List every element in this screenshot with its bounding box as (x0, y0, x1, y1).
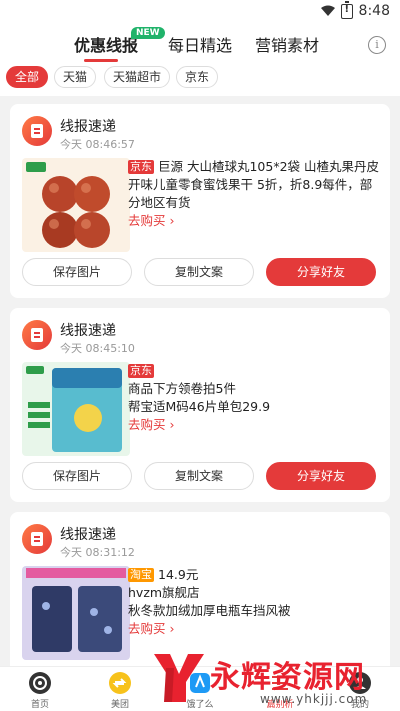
buy-link[interactable]: 去购买 › (128, 621, 175, 636)
header: 优惠线报 NEW 每日精选 营销素材 i 全部 天猫 天猫超市 京东 (0, 24, 400, 96)
buy-link[interactable]: 去购买 › (128, 213, 175, 228)
meituan-icon (109, 672, 131, 694)
bottom-nav: 首页 美团 饿了么 篇别析 我的 (0, 666, 400, 711)
status-time: 8:48 (358, 3, 390, 19)
home-swirl-icon (29, 672, 51, 694)
nav-list[interactable]: 篇别析 (250, 671, 310, 710)
shop-tag-jd: 京东 (128, 160, 154, 174)
feed-avatar-icon (22, 524, 52, 554)
deal-text: 秋冬款加绒加厚电瓶车挡风被 (128, 603, 291, 618)
deal-text-line1: 商品下方领卷拍5件 (128, 381, 236, 396)
deal-store: hvzm旗舰店 (128, 585, 200, 600)
filter-jd[interactable]: 京东 (176, 66, 219, 88)
tab-marketing[interactable]: 营销素材 (255, 32, 319, 56)
deal-card: 线报速递 今天 08:46:57 京东 巨源 大山楂球丸105*2袋 山楂丸果丹皮… (10, 104, 390, 298)
deal-description: 淘宝 14.9元 hvzm旗舰店 秋冬款加绒加厚电瓶车挡风被 去购买 › (128, 566, 380, 638)
nav-meituan[interactable]: 美团 (90, 671, 150, 710)
product-image[interactable] (22, 158, 130, 252)
share-button[interactable]: 分享好友 (266, 258, 376, 286)
product-image[interactable] (22, 566, 130, 660)
list-icon (272, 676, 288, 690)
nav-profile[interactable]: 我的 (330, 671, 390, 710)
filter-chips: 全部 天猫 天猫超市 京东 (0, 66, 400, 90)
product-image[interactable] (22, 362, 130, 456)
nav-eleme[interactable]: 饿了么 (170, 671, 230, 710)
profile-icon (349, 672, 371, 694)
copy-text-button[interactable]: 复制文案 (144, 462, 254, 490)
wifi-icon (320, 5, 335, 16)
deal-card: 线报速递 今天 08:31:12 淘宝 14.9元 hvzm旗舰店 秋冬款加绒加厚… (10, 512, 390, 666)
filter-tmall-supermarket[interactable]: 天猫超市 (104, 66, 171, 88)
status-bar: 8:48 (0, 0, 400, 24)
new-badge: NEW (131, 27, 165, 39)
card-title: 线报速递 (60, 119, 116, 135)
feed-avatar-icon (22, 320, 52, 350)
save-image-button[interactable]: 保存图片 (22, 258, 132, 286)
card-title: 线报速递 (60, 323, 116, 339)
save-image-button[interactable]: 保存图片 (22, 462, 132, 490)
deal-description: 京东 巨源 大山楂球丸105*2袋 山楂丸果丹皮开味儿童零食蜜饯果干 5折，折8.… (128, 158, 380, 230)
shop-tag-taobao: 淘宝 (128, 568, 154, 582)
share-button[interactable]: 分享好友 (266, 462, 376, 490)
deal-description: 京东 商品下方领卷拍5件 帮宝适M码46片单包29.9 去购买 › (128, 362, 380, 434)
deal-text: 巨源 大山楂球丸105*2袋 山楂丸果丹皮开味儿童零食蜜饯果干 5折，折8.9每… (128, 159, 380, 210)
info-icon[interactable]: i (368, 36, 386, 54)
shop-tag-jd: 京东 (128, 364, 154, 378)
battery-alert-icon (340, 0, 353, 19)
nav-home[interactable]: 首页 (10, 671, 70, 710)
deal-price: 14.9元 (158, 567, 199, 582)
tab-deals[interactable]: 优惠线报 (74, 32, 138, 56)
active-tab-indicator (84, 59, 118, 62)
deal-card: 线报速递 今天 08:45:10 京东 商品下方领卷拍5件 帮宝适M码46片单包… (10, 308, 390, 502)
deal-feed: 线报速递 今天 08:46:57 京东 巨源 大山楂球丸105*2袋 山楂丸果丹皮… (0, 96, 400, 666)
filter-tmall[interactable]: 天猫 (54, 66, 97, 88)
filter-all[interactable]: 全部 (6, 66, 49, 88)
card-title: 线报速递 (60, 527, 116, 543)
eleme-icon (190, 673, 210, 693)
buy-link[interactable]: 去购买 › (128, 417, 175, 432)
feed-avatar-icon (22, 116, 52, 146)
tab-daily-picks[interactable]: 每日精选 (168, 32, 232, 56)
deal-text-line2: 帮宝适M码46片单包29.9 (128, 399, 271, 414)
card-time: 今天 08:46:57 (60, 138, 135, 151)
card-time: 今天 08:45:10 (60, 342, 135, 355)
copy-text-button[interactable]: 复制文案 (144, 258, 254, 286)
card-time: 今天 08:31:12 (60, 546, 135, 559)
top-tabs: 优惠线报 NEW 每日精选 营销素材 i (0, 27, 400, 62)
